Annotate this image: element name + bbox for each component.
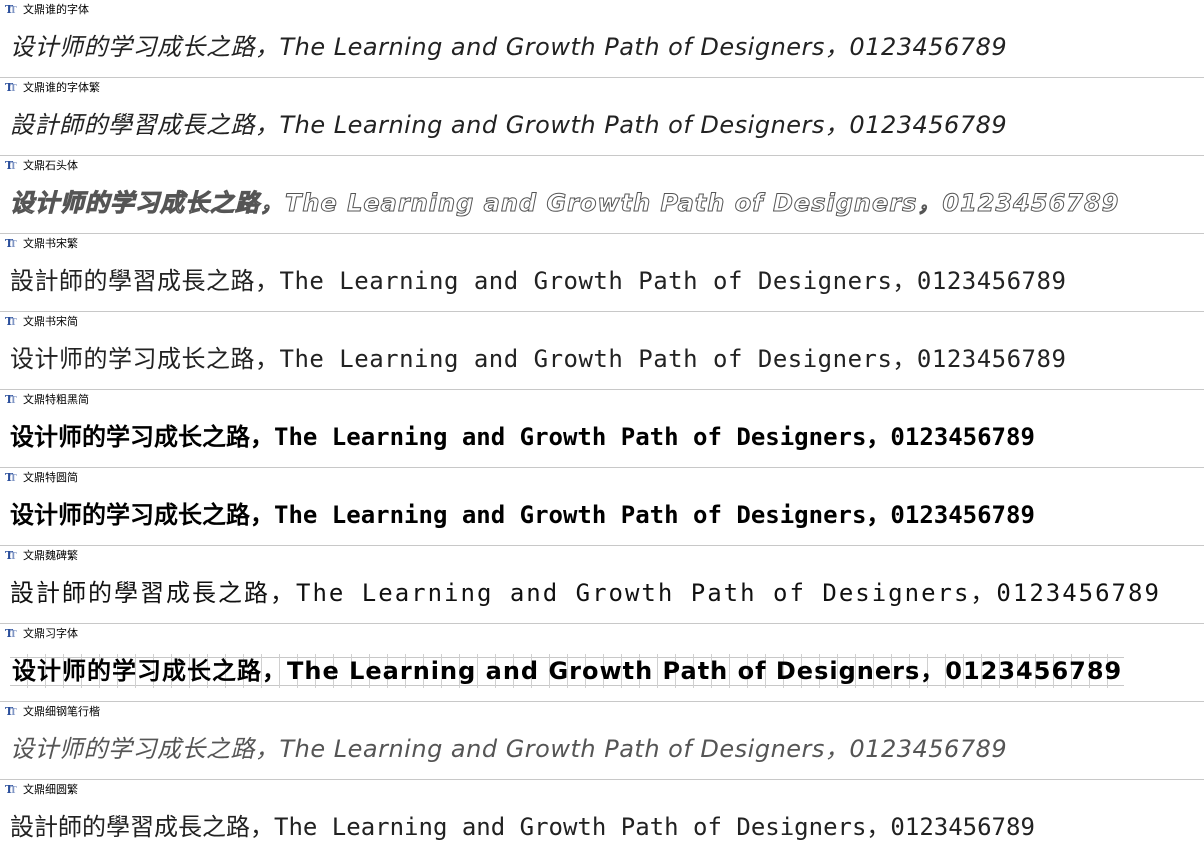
font-sample-text: 设计师的学习成长之路，The Learning and Growth Path … <box>10 33 1008 61</box>
font-preview-row[interactable]: T T 文鼎魏碑繁設計師的學習成長之路，The Learning and Growt… <box>0 546 1204 624</box>
font-name-label: 文鼎特圆简 <box>23 471 78 484</box>
font-row-header: T T 文鼎习字体 <box>5 627 78 641</box>
font-preview-row[interactable]: T T 文鼎书宋简设计师的学习成长之路，The Learning and Growt… <box>0 312 1204 390</box>
font-row-header: T T 文鼎书宋繁 <box>5 237 78 251</box>
font-name-label: 文鼎特粗黑简 <box>23 393 89 406</box>
font-sample-text: 设计师的学习成长之路，The Learning and Growth Path … <box>10 345 1067 373</box>
truetype-font-icon: TT <box>5 237 17 250</box>
font-name-label: 文鼎石头体 <box>23 159 78 172</box>
truetype-font-icon: TT <box>5 783 17 796</box>
font-preview-row[interactable]: T T 文鼎石头体设计师的学习成长之路，The Learning and Growt… <box>0 156 1204 234</box>
font-preview-row[interactable]: T T 文鼎谁的字体设计师的学习成长之路，The Learning and Grow… <box>0 0 1204 78</box>
font-sample-text: 設計師的學習成長之路，The Learning and Growth Path … <box>10 267 1067 295</box>
font-row-header: T T 文鼎特圆简 <box>5 471 78 485</box>
truetype-font-icon: TT <box>5 393 17 406</box>
truetype-font-icon: TT <box>5 549 17 562</box>
font-name-label: 文鼎细钢笔行楷 <box>23 705 100 718</box>
font-preview-row[interactable]: T T 文鼎谁的字体繁設計師的學習成長之路，The Learning and Gro… <box>0 78 1204 156</box>
font-preview-row[interactable]: T T 文鼎特粗黑简设计师的学习成长之路，The Learning and Grow… <box>0 390 1204 468</box>
font-name-label: 文鼎细圆繁 <box>23 783 78 796</box>
font-preview-row[interactable]: T T 文鼎特圆简设计师的学习成长之路，The Learning and Growt… <box>0 468 1204 546</box>
font-row-header: T T 文鼎魏碑繁 <box>5 549 78 563</box>
truetype-font-icon: TT <box>5 627 17 640</box>
truetype-font-icon: TT <box>5 705 17 718</box>
font-name-label: 文鼎谁的字体繁 <box>23 81 100 94</box>
font-row-header: T T 文鼎细圆繁 <box>5 783 78 797</box>
font-row-header: T T 文鼎谁的字体 <box>5 3 89 17</box>
font-sample-text: 设计师的学习成长之路，The Learning and Growth Path … <box>10 654 1124 688</box>
font-name-label: 文鼎习字体 <box>23 627 78 640</box>
font-sample-text: 設計師的學習成長之路，The Learning and Growth Path … <box>10 111 1008 139</box>
font-preview-list: T T 文鼎谁的字体设计师的学习成长之路，The Learning and Grow… <box>0 0 1204 858</box>
font-sample-text: 设计师的学习成长之路，The Learning and Growth Path … <box>9 189 1120 218</box>
truetype-font-icon: TT <box>5 3 17 16</box>
font-row-header: T T 文鼎细钢笔行楷 <box>5 705 100 719</box>
font-name-label: 文鼎谁的字体 <box>23 3 89 16</box>
font-sample-text: 設計師的學習成長之路，The Learning and Growth Path … <box>10 813 1035 841</box>
font-name-label: 文鼎魏碑繁 <box>23 549 78 562</box>
font-row-header: T T 文鼎谁的字体繁 <box>5 81 100 95</box>
font-name-label: 文鼎书宋繁 <box>23 237 78 250</box>
font-sample-text: 设计师的学习成长之路，The Learning and Growth Path … <box>10 423 1035 451</box>
font-name-label: 文鼎书宋简 <box>23 315 78 328</box>
font-preview-row[interactable]: T T 文鼎细圆繁設計師的學習成長之路，The Learning and Growt… <box>0 780 1204 858</box>
font-sample-text: 設計師的學習成長之路，The Learning and Growth Path … <box>10 579 1161 607</box>
font-row-header: T T 文鼎书宋简 <box>5 315 78 329</box>
truetype-font-icon: TT <box>5 471 17 484</box>
font-row-header: T T 文鼎石头体 <box>5 159 78 173</box>
font-preview-row[interactable]: T T 文鼎习字体设计师的学习成长之路，The Learning and Growt… <box>0 624 1204 702</box>
font-sample-text: 设计师的学习成长之路，The Learning and Growth Path … <box>10 735 1008 763</box>
truetype-font-icon: TT <box>5 81 17 94</box>
truetype-font-icon: TT <box>5 159 17 172</box>
font-preview-row[interactable]: T T 文鼎细钢笔行楷设计师的学习成长之路，The Learning and Gro… <box>0 702 1204 780</box>
font-row-header: T T 文鼎特粗黑简 <box>5 393 89 407</box>
truetype-font-icon: TT <box>5 315 17 328</box>
font-sample-text: 设计师的学习成长之路，The Learning and Growth Path … <box>10 501 1035 529</box>
font-preview-row[interactable]: T T 文鼎书宋繁設計師的學習成長之路，The Learning and Growt… <box>0 234 1204 312</box>
